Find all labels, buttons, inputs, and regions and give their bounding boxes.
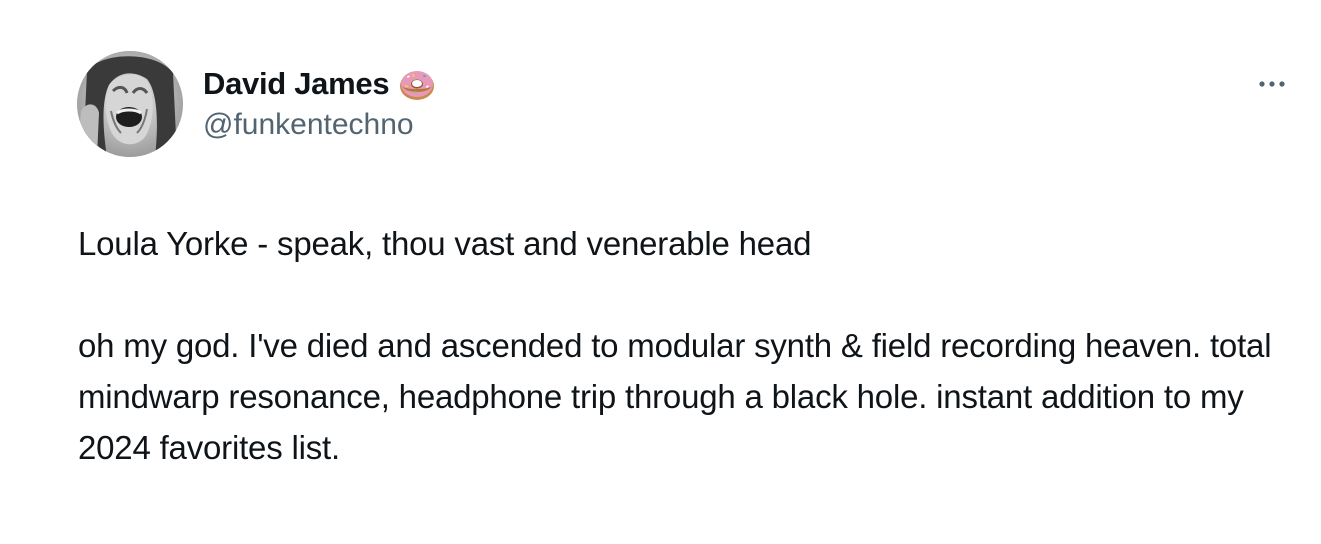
tweet-paragraph-title: Loula Yorke - speak, thou vast and vener… bbox=[78, 225, 812, 262]
avatar-image bbox=[77, 51, 183, 157]
tweet-paragraph-body: oh my god. I've died and ascended to mod… bbox=[78, 327, 1272, 466]
tweet-text: Loula Yorke - speak, thou vast and vener… bbox=[78, 218, 1278, 473]
tweet-card: David James @funkentechno Loula Yorke - … bbox=[0, 0, 1321, 544]
avatar[interactable] bbox=[77, 51, 183, 157]
more-horizontal-icon bbox=[1259, 81, 1285, 87]
author-handle[interactable]: @funkentechno bbox=[203, 108, 414, 142]
donut-icon bbox=[400, 71, 435, 100]
more-options-button[interactable] bbox=[1250, 66, 1294, 102]
author-name-row: David James bbox=[203, 64, 437, 104]
author-display-name[interactable]: David James bbox=[203, 66, 390, 102]
